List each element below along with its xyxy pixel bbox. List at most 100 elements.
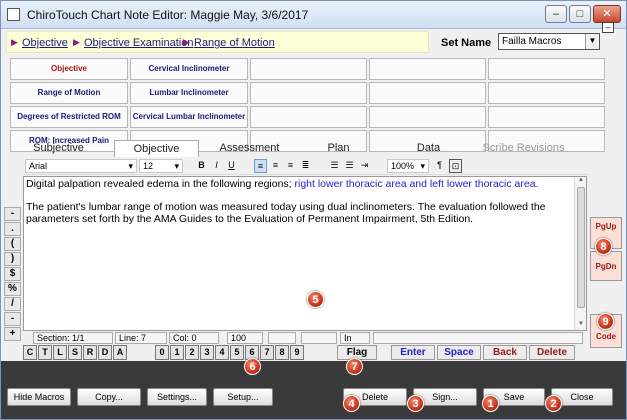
font-size-value: 12: [143, 161, 154, 171]
tab-plan[interactable]: Plan: [301, 140, 376, 157]
macro-empty[interactable]: [369, 82, 486, 104]
macro-empty[interactable]: [488, 58, 605, 80]
key-3[interactable]: 3: [200, 345, 214, 360]
key-9[interactable]: 9: [290, 345, 304, 360]
minimize-button[interactable]: ‒: [545, 5, 567, 23]
key-c[interactable]: C: [23, 345, 37, 360]
tab-data[interactable]: Data: [386, 140, 471, 157]
macro-empty[interactable]: [488, 106, 605, 128]
key-1[interactable]: 1: [170, 345, 184, 360]
numbered-list-icon[interactable]: ☰: [343, 159, 356, 173]
key-l[interactable]: L: [53, 345, 67, 360]
font-select[interactable]: Arial ▾: [25, 159, 137, 173]
macro-empty[interactable]: [488, 82, 605, 104]
page-down-label: PgDn: [595, 262, 617, 271]
note-paragraph: The patient's lumbar range of motion was…: [26, 201, 546, 225]
crumb-objective[interactable]: Objective: [22, 37, 68, 49]
key-open-paren[interactable]: (: [4, 237, 21, 251]
scroll-down-icon[interactable]: ▼: [576, 321, 586, 330]
macro-range-of-motion[interactable]: Range of Motion: [10, 82, 128, 104]
tab-assessment[interactable]: Assessment: [207, 140, 292, 157]
tab-objective[interactable]: Objective: [114, 140, 199, 157]
macro-empty[interactable]: [369, 106, 486, 128]
scroll-thumb[interactable]: [577, 187, 585, 308]
hide-macros-button[interactable]: Hide Macros: [7, 388, 71, 406]
insert-field-icon[interactable]: ⊡: [449, 159, 462, 173]
justify-icon[interactable]: ≣: [299, 159, 312, 173]
scroll-up-icon[interactable]: ▲: [576, 177, 586, 186]
indent-icon[interactable]: ⇥: [358, 159, 371, 173]
note-line1-text: Digital palpation revealed edema in the …: [26, 178, 295, 190]
copy-button[interactable]: Copy...: [77, 388, 141, 406]
status-empty: [268, 332, 296, 344]
key-dollar[interactable]: $: [4, 267, 21, 281]
key-4[interactable]: 4: [215, 345, 229, 360]
key-5[interactable]: 5: [230, 345, 244, 360]
key-s[interactable]: S: [68, 345, 82, 360]
key-plus[interactable]: +: [4, 327, 21, 341]
macro-cervical-lumbar-inclinometer[interactable]: Cervical Lumbar Inclinometer: [130, 106, 248, 128]
format-toolbar: Arial ▾ 12 ▾ B I U ≡ ≡ ≡ ≣ ☰ ☰ ⇥ 100% ▾ ¶ ⊡: [23, 157, 589, 175]
set-name-select[interactable]: Failla Macros ▼: [498, 33, 600, 50]
key-0[interactable]: 0: [155, 345, 169, 360]
key-percent[interactable]: %: [4, 282, 21, 296]
key-a[interactable]: A: [113, 345, 127, 360]
align-center-icon[interactable]: ≡: [269, 159, 282, 173]
note-editor[interactable]: Digital palpation revealed edema in the …: [23, 176, 587, 331]
italic-button[interactable]: I: [210, 159, 223, 173]
callout-marker: 1: [482, 395, 499, 412]
status-mode: In: [340, 332, 370, 344]
crumb-objective-examination[interactable]: Objective Examination: [84, 37, 193, 49]
bold-button[interactable]: B: [195, 159, 208, 173]
key-t[interactable]: T: [38, 345, 52, 360]
macro-empty[interactable]: [369, 58, 486, 80]
page-down-button[interactable]: PgDn: [590, 251, 622, 281]
key-period[interactable]: .: [4, 222, 21, 236]
align-right-icon[interactable]: ≡: [284, 159, 297, 173]
back-button[interactable]: Back: [483, 345, 527, 360]
chevron-down-icon: ▼: [585, 34, 599, 49]
key-r[interactable]: R: [83, 345, 97, 360]
key-2[interactable]: 2: [185, 345, 199, 360]
bullet-list-icon[interactable]: ☰: [328, 159, 341, 173]
zoom-select[interactable]: 100% ▾: [387, 159, 429, 173]
underline-button[interactable]: U: [225, 159, 238, 173]
align-left-icon[interactable]: ≡: [254, 159, 267, 173]
macro-objective[interactable]: Objective: [10, 58, 128, 80]
status-section: Section: 1/1: [33, 332, 113, 344]
space-button[interactable]: Space: [437, 345, 481, 360]
maximize-button[interactable]: □: [569, 5, 591, 23]
macro-degrees-restricted-rom[interactable]: Degrees of Restricted ROM: [10, 106, 128, 128]
key-close-paren[interactable]: ): [4, 252, 21, 266]
set-name-value: Failla Macros: [502, 36, 562, 47]
callout-marker: 9: [597, 313, 614, 330]
title-bar: ChiroTouch Chart Note Editor: Maggie May…: [1, 1, 626, 29]
macro-lumbar-inclinometer[interactable]: Lumbar Inclinometer: [130, 82, 248, 104]
macro-empty[interactable]: [250, 82, 367, 104]
macro-empty[interactable]: [250, 106, 367, 128]
key-7[interactable]: 7: [260, 345, 274, 360]
settings-button[interactable]: Settings...: [147, 388, 207, 406]
font-value: Arial: [29, 161, 48, 171]
macro-cervical-inclinometer[interactable]: Cervical Inclinometer: [130, 58, 248, 80]
key-8[interactable]: 8: [275, 345, 289, 360]
tab-subjective[interactable]: Subjective: [11, 140, 106, 157]
close-window-button[interactable]: ✕: [593, 5, 621, 23]
key-dash[interactable]: -: [4, 312, 21, 326]
macro-empty[interactable]: [250, 58, 367, 80]
key-minus[interactable]: -: [4, 207, 21, 221]
callout-marker: 8: [595, 238, 612, 255]
key-d[interactable]: D: [98, 345, 112, 360]
paragraph-marks-button[interactable]: ¶: [433, 159, 446, 173]
crumb-arrow-icon: ▶: [183, 37, 190, 47]
note-tabs: Subjective Objective Assessment Plan Dat…: [11, 140, 611, 157]
collapse-icon[interactable]: –: [602, 22, 614, 33]
setup-button[interactable]: Setup...: [213, 388, 273, 406]
enter-button[interactable]: Enter: [391, 345, 435, 360]
key-slash[interactable]: /: [4, 297, 21, 311]
editor-scrollbar[interactable]: ▲ ▼: [574, 177, 586, 330]
crumb-range-of-motion[interactable]: Range of Motion: [194, 37, 275, 49]
delete-key-button[interactable]: Delete: [529, 345, 575, 360]
font-size-select[interactable]: 12 ▾: [139, 159, 183, 173]
set-name-label: Set Name: [441, 37, 492, 49]
